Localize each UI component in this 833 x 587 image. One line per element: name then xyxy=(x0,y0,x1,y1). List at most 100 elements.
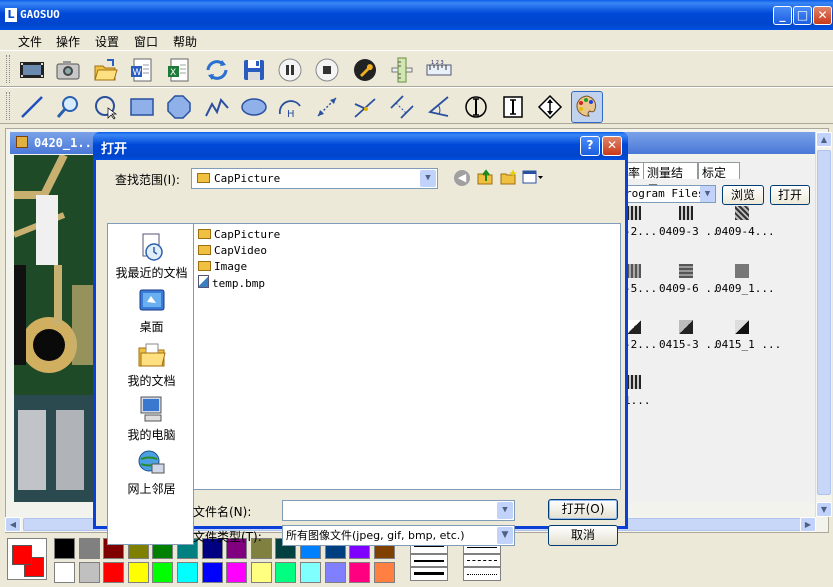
thumbnail-image[interactable] xyxy=(679,320,693,334)
scroll-up-icon[interactable]: ▲ xyxy=(816,132,832,147)
line-width-thick[interactable] xyxy=(410,567,448,581)
color-swatch[interactable] xyxy=(177,562,198,583)
ellipse-tool-icon[interactable] xyxy=(238,91,270,123)
filename-input[interactable]: ▼ xyxy=(282,500,515,521)
help-button[interactable]: ? xyxy=(580,136,600,156)
open-folder-icon[interactable] xyxy=(90,54,122,86)
parallel-lines-tool-icon[interactable] xyxy=(386,91,418,123)
tab-measure-results[interactable]: 测量结果 xyxy=(643,162,698,197)
thumbnail-image[interactable] xyxy=(735,264,749,278)
place-network[interactable]: 网上邻居 xyxy=(108,448,195,497)
chevron-down-icon[interactable]: ▼ xyxy=(497,502,513,519)
list-item[interactable]: CapVideo xyxy=(198,243,267,258)
circle-diameter-tool-icon[interactable] xyxy=(460,91,492,123)
line-style-dashed[interactable] xyxy=(463,554,501,567)
color-swatch[interactable] xyxy=(78,562,100,583)
place-my-computer[interactable]: 我的电脑 xyxy=(108,394,195,443)
color-swatch[interactable] xyxy=(127,562,149,583)
stop-icon[interactable] xyxy=(311,54,343,86)
settings-wrench-icon[interactable] xyxy=(349,54,381,86)
back-icon[interactable]: ◀ xyxy=(454,170,470,186)
thumbnail-image[interactable] xyxy=(679,264,693,278)
look-in-combo[interactable]: CapPicture ▼ xyxy=(191,168,438,189)
excel-export-icon[interactable]: X xyxy=(163,54,195,86)
color-swatch[interactable] xyxy=(300,562,321,583)
color-swatch[interactable] xyxy=(226,562,248,583)
chevron-down-icon[interactable]: ▼ xyxy=(700,186,715,202)
menu-help[interactable]: 帮助 xyxy=(173,33,197,50)
current-colors[interactable] xyxy=(7,538,47,580)
color-swatch[interactable] xyxy=(103,562,125,583)
close-button[interactable]: ✕ xyxy=(813,6,832,25)
dialog-close-button[interactable]: ✕ xyxy=(602,136,622,156)
angle-point-tool-icon[interactable] xyxy=(349,91,381,123)
color-swatch[interactable] xyxy=(78,538,100,559)
toolbar-grip[interactable] xyxy=(6,55,10,83)
vertical-scrollbar[interactable]: ▲ ▼ xyxy=(815,132,832,517)
scroll-thumb[interactable] xyxy=(817,150,831,495)
browse-button[interactable]: 浏览 xyxy=(722,185,764,205)
foreground-color-swatch[interactable] xyxy=(12,545,32,565)
menu-file[interactable]: 文件 xyxy=(18,33,42,50)
view-menu-icon[interactable] xyxy=(522,169,544,185)
capture-video-icon[interactable] xyxy=(16,54,48,86)
polyline-tool-icon[interactable] xyxy=(201,91,233,123)
maximize-button[interactable]: □ xyxy=(793,6,812,25)
thumbnail-image[interactable] xyxy=(627,375,641,389)
octagon-tool-icon[interactable] xyxy=(163,91,195,123)
up-folder-icon[interactable] xyxy=(477,168,495,186)
dialog-open-button[interactable]: 打开(O) xyxy=(548,499,618,520)
color-swatch[interactable] xyxy=(201,562,223,583)
menu-settings[interactable]: 设置 xyxy=(95,33,119,50)
camera-icon[interactable] xyxy=(52,54,84,86)
thumbnail-image[interactable] xyxy=(627,206,641,220)
scroll-left-icon[interactable]: ◀ xyxy=(5,517,21,532)
color-swatch[interactable] xyxy=(250,562,272,583)
line-style-dotted[interactable] xyxy=(463,567,501,581)
line-tool-icon[interactable] xyxy=(16,91,48,123)
horizontal-ruler-icon[interactable]: 1 2 3 xyxy=(423,54,455,86)
save-icon[interactable] xyxy=(238,54,270,86)
filetype-select[interactable]: 所有图像文件(jpeg, gif, bmp, etc.) ▼ xyxy=(282,525,515,546)
palette-tool-icon[interactable] xyxy=(571,91,603,123)
vertical-bar-tool-icon[interactable] xyxy=(497,91,529,123)
zoom-tool-icon[interactable] xyxy=(52,91,84,123)
color-swatch[interactable] xyxy=(54,562,75,583)
line-width-medium[interactable] xyxy=(410,554,448,567)
color-swatch[interactable] xyxy=(275,562,297,583)
thumbnail-image[interactable] xyxy=(627,320,641,334)
new-folder-icon[interactable] xyxy=(500,168,518,186)
open-button[interactable]: 打开 xyxy=(770,185,810,205)
pause-icon[interactable] xyxy=(274,54,306,86)
chevron-down-icon[interactable]: ▼ xyxy=(420,170,436,187)
thumbnail-image[interactable] xyxy=(735,206,749,220)
word-export-icon[interactable]: W xyxy=(126,54,158,86)
file-list[interactable]: CapPicture CapVideo Image temp.bmp xyxy=(193,223,621,490)
minimize-button[interactable]: _ xyxy=(773,6,792,25)
vertical-arrow-tool-icon[interactable] xyxy=(534,91,566,123)
list-item[interactable]: temp.bmp xyxy=(198,275,265,290)
thumbnail-image[interactable] xyxy=(679,206,693,220)
list-item[interactable]: CapPicture xyxy=(198,227,280,242)
place-desktop[interactable]: 桌面 xyxy=(108,286,195,335)
menu-operate[interactable]: 操作 xyxy=(56,33,80,50)
folder-combo[interactable]: rogram Files ▼ xyxy=(624,185,716,203)
circle-select-tool-icon[interactable] xyxy=(90,91,122,123)
place-recent-documents[interactable]: 我最近的文档 xyxy=(108,232,195,281)
thumbnail-image[interactable] xyxy=(627,264,641,278)
color-swatch[interactable] xyxy=(349,562,371,583)
vertical-ruler-icon[interactable] xyxy=(386,54,418,86)
dialog-cancel-button[interactable]: 取消 xyxy=(548,525,618,546)
dialog-title-bar[interactable]: 打开 ? ✕ xyxy=(93,132,628,160)
color-swatch[interactable] xyxy=(324,562,346,583)
list-item[interactable]: Image xyxy=(198,259,247,274)
refresh-icon[interactable] xyxy=(201,54,233,86)
color-swatch[interactable] xyxy=(54,538,75,559)
distance-tool-icon[interactable] xyxy=(311,91,343,123)
angle-tool-icon[interactable] xyxy=(423,91,455,123)
chevron-down-icon[interactable]: ▼ xyxy=(497,527,513,544)
tab-calibration[interactable]: 标定 xyxy=(698,162,740,180)
place-my-documents[interactable]: 我的文档 xyxy=(108,340,195,389)
color-swatch[interactable] xyxy=(152,562,174,583)
scroll-right-icon[interactable]: ▶ xyxy=(800,517,816,532)
